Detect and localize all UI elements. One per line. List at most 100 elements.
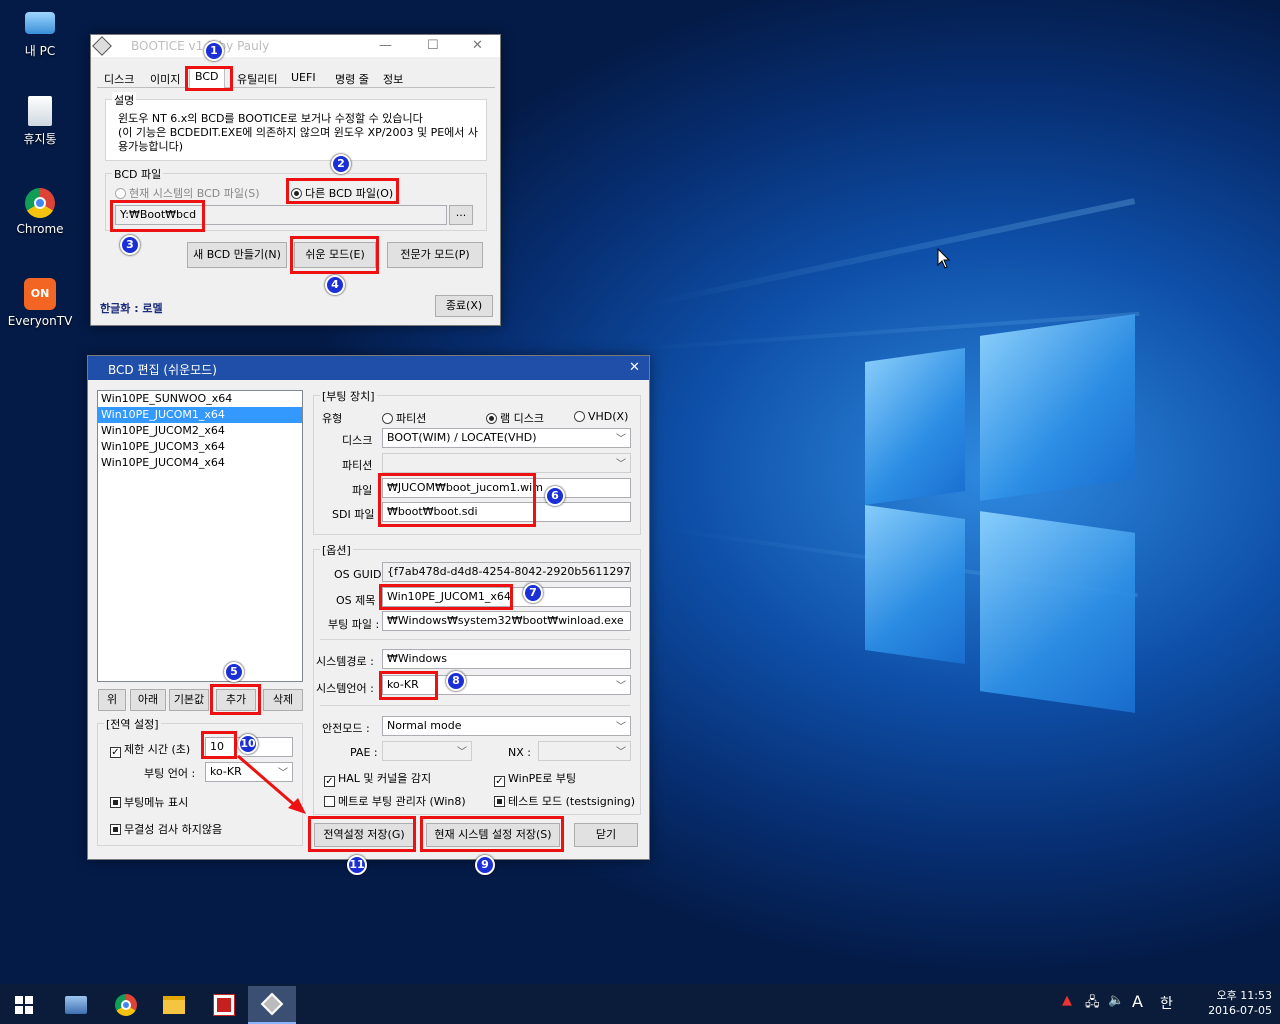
clock-date: 2016-07-05 [1208, 1004, 1272, 1017]
radio-partition[interactable]: 파티션 [382, 410, 426, 426]
system-language-label: 시스템언어 : [316, 682, 374, 695]
system-path-field[interactable]: ₩Windows [382, 649, 631, 669]
boot-file-label: 부팅 파일 : [328, 618, 380, 631]
bcd-path-field[interactable]: Y:₩Boot₩bcd [115, 205, 447, 225]
desktop-icon-recycle-bin[interactable]: 휴지통 [2, 96, 78, 147]
taskbar-app-explorer[interactable] [150, 986, 198, 1024]
boot-file-field[interactable]: ₩Windows₩system32₩boot₩winload.exe [382, 611, 631, 631]
mouse-cursor-icon [937, 248, 951, 269]
chrome-icon [25, 188, 55, 218]
system-language-select[interactable]: ko-KR [382, 675, 631, 695]
divider [320, 705, 630, 706]
language-indicator[interactable]: 한 [1160, 993, 1173, 1013]
list-item[interactable]: Win10PE_JUCOM2_x64 [98, 423, 302, 439]
step-badge-5: 5 [224, 662, 244, 682]
pae-select[interactable] [382, 741, 472, 761]
windows-logo-pane-br [980, 511, 1135, 713]
safe-mode-label: 안전모드 : [322, 722, 370, 735]
radio-ramdisk[interactable]: 램 디스크 [486, 410, 544, 426]
list-item[interactable]: Win10PE_SUNWOO_x64 [98, 391, 302, 407]
radio-vhd[interactable]: VHD(X) [574, 410, 628, 423]
winpe-boot-checkbox[interactable]: ✓ WinPE로 부팅 [494, 770, 576, 787]
show-hidden-icons-icon[interactable]: ▲ [1062, 993, 1072, 1008]
safe-mode-select[interactable]: Normal mode [382, 716, 631, 736]
bcd-edit-window: BCD 편집 (쉬운모드) ✕ Win10PE_SUNWOO_x64 Win10… [87, 355, 650, 860]
step-badge-1: 1 [204, 41, 224, 61]
bcd-edit-titlebar[interactable]: BCD 편집 (쉬운모드) ✕ [88, 356, 649, 380]
nx-select[interactable] [538, 741, 631, 761]
desktop-icon-label: 내 PC [24, 44, 56, 58]
folder-icon [163, 996, 185, 1014]
step-badge-7: 7 [523, 583, 543, 603]
desktop-icon-this-pc[interactable]: 내 PC [2, 8, 78, 59]
metro-boot-manager-checkbox[interactable]: 메트로 부팅 관리자 (Win8) [324, 793, 466, 809]
sdi-file-field[interactable]: ₩boot₩boot.sdi [382, 502, 631, 522]
desktop-icon-label: 휴지통 [23, 132, 57, 146]
step-badge-2: 2 [331, 154, 351, 174]
red-arrow [237, 754, 306, 814]
radio-other-bcd[interactable]: 다른 BCD 파일(O) [291, 185, 393, 201]
testsigning-checkbox[interactable]: 테스트 모드 (testsigning) [494, 793, 635, 809]
radio-current-system-bcd[interactable]: 현재 시스템의 BCD 파일(S) [115, 185, 260, 201]
volume-icon[interactable]: 🔈 [1108, 993, 1124, 1008]
partition-select[interactable] [382, 453, 631, 473]
close-icon[interactable]: ✕ [472, 38, 483, 53]
tab-uefi[interactable]: UEFI [286, 69, 321, 87]
tab-command-line[interactable]: 명령 줄 [330, 69, 374, 87]
save-current-settings-button[interactable]: 현재 시스템 설정 저장(S) [426, 823, 560, 847]
os-title-field[interactable]: Win10PE_JUCOM1_x64 [382, 587, 631, 607]
os-guid-field[interactable]: {f7ab478d-d4d8-4254-8042-2920b5611297} [382, 562, 631, 582]
list-item-selected[interactable]: Win10PE_JUCOM1_x64 [98, 407, 302, 423]
exit-button[interactable]: 종료(X) [435, 295, 493, 317]
delete-entry-button[interactable]: 삭제 [263, 689, 303, 711]
os-guid-label: OS GUID [334, 568, 382, 581]
new-bcd-button[interactable]: 새 BCD 만들기(N) [187, 242, 287, 268]
desktop-icon-everyontv[interactable]: ON EveryonTV [2, 278, 78, 328]
tab-disk[interactable]: 디스크 [99, 69, 139, 87]
desktop-icon-chrome[interactable]: Chrome [2, 188, 78, 236]
list-item[interactable]: Win10PE_JUCOM4_x64 [98, 455, 302, 471]
tab-utility[interactable]: 유틸리티 [232, 69, 282, 87]
nx-label: NX : [508, 746, 531, 759]
global-settings-label: [전역 설정] [104, 716, 161, 732]
move-up-button[interactable]: 위 [98, 689, 126, 711]
close-button[interactable]: 닫기 [574, 823, 638, 847]
taskbar-app-network[interactable] [52, 986, 100, 1024]
tab-bcd[interactable]: BCD [189, 67, 225, 88]
file-label: 파일 [352, 484, 373, 497]
easy-mode-button[interactable]: 쉬운 모드(E) [294, 242, 376, 268]
list-item[interactable]: Win10PE_JUCOM3_x64 [98, 439, 302, 455]
boot-entries-list[interactable]: Win10PE_SUNWOO_x64 Win10PE_JUCOM1_x64 Wi… [97, 390, 303, 682]
taskbar-app-chrome[interactable] [102, 986, 150, 1024]
bootice-titlebar[interactable]: BOOTICE v1.3 by Pauly — ☐ ✕ [91, 35, 500, 57]
show-boot-menu-checkbox[interactable]: 부팅메뉴 표시 [110, 794, 188, 810]
clock[interactable]: 오후 11:53 2016-07-05 [1192, 988, 1272, 1018]
no-integrity-checks-checkbox[interactable]: 무결성 검사 하지않음 [110, 821, 222, 837]
taskbar-app-red[interactable] [200, 986, 248, 1024]
ime-mode[interactable]: A [1132, 992, 1143, 1011]
step-badge-9: 9 [475, 855, 495, 875]
timeout-checkbox[interactable]: ✓ 제한 시간 (초) [110, 741, 190, 758]
bcd-file-group-label: BCD 파일 [112, 166, 164, 182]
minimize-icon[interactable]: — [379, 38, 392, 53]
taskbar-app-bootice[interactable] [248, 986, 296, 1024]
pae-label: PAE : [350, 746, 378, 759]
wim-file-field[interactable]: ₩JUCOM₩boot_jucom1.wim [382, 478, 631, 498]
maximize-icon[interactable]: ☐ [427, 38, 439, 53]
desktop-icon-label: EveryonTV [7, 314, 73, 328]
network-icon[interactable]: 🖧 [1085, 993, 1100, 1015]
chrome-icon [115, 994, 137, 1016]
step-badge-6: 6 [545, 486, 565, 506]
set-default-button[interactable]: 기본값 [169, 689, 209, 711]
move-down-button[interactable]: 아래 [130, 689, 166, 711]
start-button[interactable] [0, 986, 48, 1024]
tab-info[interactable]: 정보 [378, 69, 408, 87]
save-global-settings-button[interactable]: 전역설정 저장(G) [314, 823, 414, 847]
disk-select[interactable]: BOOT(WIM) / LOCATE(VHD) [382, 428, 631, 448]
detect-hal-checkbox[interactable]: ✓ HAL 및 커널을 감지 [324, 770, 431, 787]
tab-image[interactable]: 이미지 [145, 69, 185, 87]
expert-mode-button[interactable]: 전문가 모드(P) [387, 242, 483, 268]
close-icon[interactable]: ✕ [629, 360, 640, 375]
add-entry-button[interactable]: 추가 [216, 689, 256, 711]
browse-button[interactable]: ... [449, 205, 473, 225]
